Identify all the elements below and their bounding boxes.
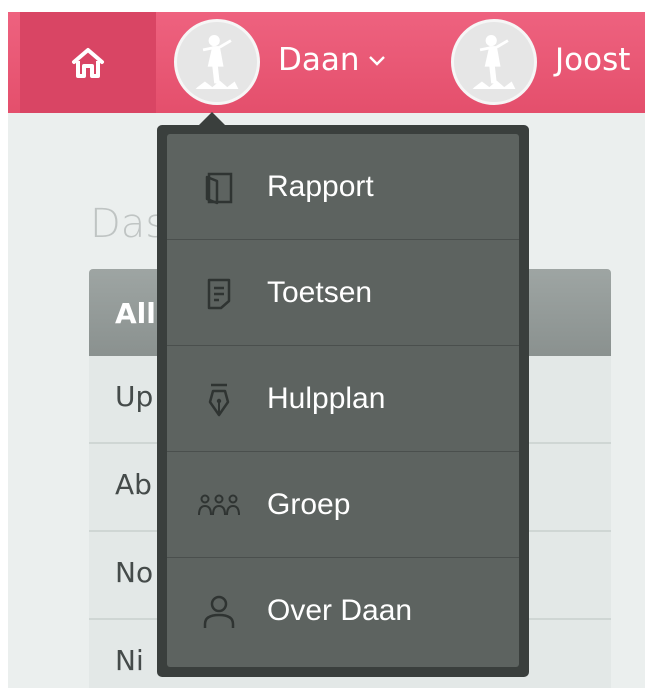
avatar-figure-icon	[454, 22, 534, 102]
user-name: Daan	[278, 42, 360, 78]
page-title: Das	[90, 201, 167, 247]
menu-item-label: Hulpplan	[267, 382, 386, 415]
user-menu-daan[interactable]: Daan	[278, 42, 386, 78]
menu-item-over-daan[interactable]: Over Daan	[167, 558, 519, 664]
user-menu-joost[interactable]: Joost	[555, 42, 630, 78]
top-navigation-bar: Daan Joost	[8, 12, 645, 113]
report-icon	[193, 170, 245, 206]
home-button[interactable]	[20, 12, 156, 113]
user-dropdown-menu: Rapport Toetsen Hulpplan Groep Over Daan	[157, 125, 529, 677]
menu-item-label: Toetsen	[267, 276, 373, 309]
pen-icon	[193, 382, 245, 418]
menu-item-label: Rapport	[267, 170, 374, 203]
avatar-joost[interactable]	[451, 19, 537, 105]
avatar-daan[interactable]	[174, 19, 260, 105]
menu-item-label: Over Daan	[267, 594, 413, 627]
user-name: Joost	[555, 42, 631, 78]
menu-item-groep[interactable]: Groep	[167, 452, 519, 558]
group-icon	[193, 488, 245, 524]
menu-item-label: Groep	[267, 488, 351, 521]
chevron-down-icon	[368, 56, 385, 66]
avatar-figure-icon	[177, 22, 257, 102]
tests-icon	[193, 276, 245, 312]
user-icon	[193, 594, 245, 630]
dropdown-list: Rapport Toetsen Hulpplan Groep Over Daan	[167, 134, 519, 667]
menu-item-hulpplan[interactable]: Hulpplan	[167, 346, 519, 452]
menu-item-toetsen[interactable]: Toetsen	[167, 240, 519, 346]
home-icon	[72, 47, 104, 78]
menu-item-rapport[interactable]: Rapport	[167, 134, 519, 240]
